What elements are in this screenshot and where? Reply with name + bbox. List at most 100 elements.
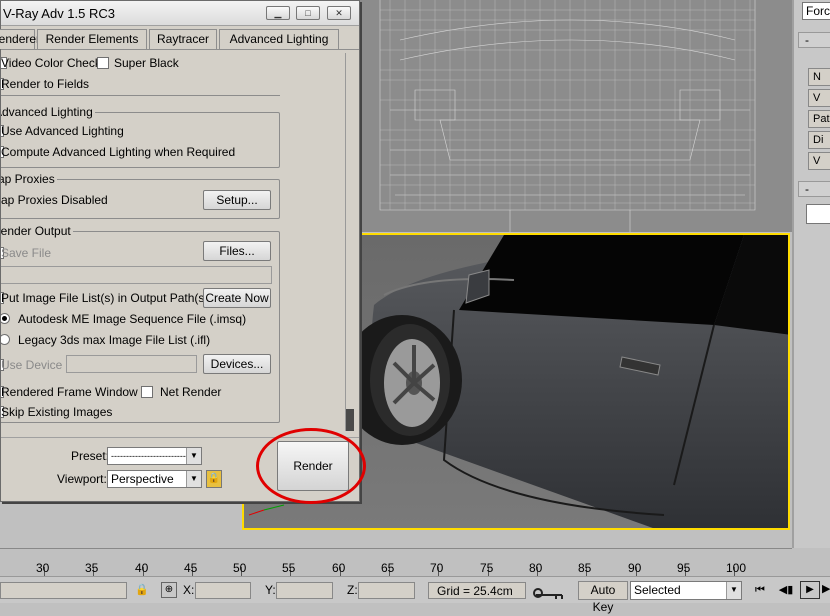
rollout-header-2[interactable]: - bbox=[798, 181, 830, 197]
x-label: X: bbox=[183, 583, 195, 597]
auto-key-button[interactable]: Auto Key bbox=[578, 581, 628, 614]
viewport-label: Viewport: bbox=[57, 472, 107, 486]
dialog-title: V-Ray Adv 1.5 RC3 bbox=[3, 6, 115, 21]
panel-scrollbar[interactable] bbox=[345, 53, 359, 431]
ruler-label: 55 bbox=[282, 561, 296, 575]
cmd-input[interactable] bbox=[806, 204, 830, 224]
cmd-button-3[interactable]: Pat bbox=[808, 110, 830, 128]
minimize-icon[interactable]: ▁ bbox=[266, 6, 290, 20]
tab-raytracer[interactable]: Raytracer bbox=[149, 29, 217, 49]
rollout-header-1[interactable]: - bbox=[798, 32, 830, 48]
y-label: Y: bbox=[265, 583, 276, 597]
grid-size-text: Grid = 25.4cm bbox=[437, 584, 513, 598]
legacy-ifl-label: Legacy 3ds max Image File List (.ifl) bbox=[18, 333, 211, 347]
next-frame-icon[interactable]: ▶ bbox=[822, 582, 830, 599]
lock-selection-icon[interactable]: 🔒 bbox=[135, 583, 149, 597]
advanced-lighting-group: Advanced Lighting bbox=[1, 105, 280, 168]
chevron-down-icon: ▼ bbox=[186, 471, 201, 487]
ruler-label: 100 bbox=[726, 561, 747, 575]
super-black-checkbox[interactable] bbox=[97, 57, 109, 69]
ruler-label: 65 bbox=[381, 561, 395, 575]
rollout-collapse-1: - bbox=[805, 33, 809, 47]
render-setup-dialog: V-Ray Adv 1.5 RC3 ▁ □ ✕ Renderer Render … bbox=[0, 0, 360, 502]
ruler-label: 35 bbox=[85, 561, 99, 575]
devices-button[interactable]: Devices... bbox=[203, 354, 271, 374]
car-wireframe-front bbox=[379, 0, 756, 232]
preset-label: Preset: bbox=[71, 449, 110, 463]
rendered-frame-window-label: Rendered Frame Window bbox=[1, 385, 138, 399]
preset-dropdown[interactable]: -------------------------- ▼ bbox=[107, 447, 202, 465]
output-path-field bbox=[1, 266, 272, 284]
cmd-button-1[interactable]: N bbox=[808, 68, 830, 86]
bottom-separator bbox=[1, 437, 359, 438]
cmd-button-4[interactable]: Di bbox=[808, 131, 830, 149]
prompt-field bbox=[0, 582, 127, 599]
transform-mode-icon[interactable]: ⊕ bbox=[161, 582, 177, 598]
cmd-button-2[interactable]: V bbox=[808, 89, 830, 107]
bitmap-proxies-title: Bitmap Proxies bbox=[1, 172, 57, 186]
ruler-label: 50 bbox=[233, 561, 247, 575]
viewport-value: Perspective bbox=[111, 472, 174, 486]
render-button[interactable]: Render bbox=[277, 441, 349, 491]
top-viewport[interactable] bbox=[360, 0, 792, 232]
close-icon[interactable]: ✕ bbox=[327, 6, 351, 20]
options-group-bottom bbox=[1, 95, 280, 96]
tab-raytracer-label: Raytracer bbox=[156, 32, 209, 46]
key-filter-dropdown[interactable]: Selected ▼ bbox=[630, 581, 742, 600]
net-render-checkbox[interactable] bbox=[141, 386, 153, 398]
title-bar[interactable]: V-Ray Adv 1.5 RC3 ▁ □ ✕ bbox=[1, 1, 359, 26]
compute-advanced-lighting-label: Compute Advanced Lighting when Required bbox=[1, 145, 236, 159]
status-bar: 🔒 ⊕ X: Y: Z: Grid = 25.4cm Auto Key Sele… bbox=[0, 576, 830, 614]
autodesk-me-label: Autodesk ME Image Sequence File (.imsq) bbox=[18, 312, 247, 326]
skip-existing-images-label: Skip Existing Images bbox=[1, 405, 113, 419]
force-dropdown-value: Force bbox=[806, 4, 830, 18]
tab-advanced-lighting[interactable]: Advanced Lighting bbox=[219, 29, 339, 49]
ruler-label: 40 bbox=[135, 561, 149, 575]
ruler-label: 70 bbox=[430, 561, 444, 575]
tab-renderer[interactable]: Renderer bbox=[0, 29, 40, 49]
rollout-collapse-2: - bbox=[805, 182, 809, 196]
scrollbar-thumb[interactable] bbox=[346, 409, 354, 431]
y-coordinate-field[interactable] bbox=[276, 582, 333, 599]
advanced-lighting-title: Advanced Lighting bbox=[1, 105, 95, 119]
previous-frame-icon[interactable]: ◀▮ bbox=[776, 582, 796, 599]
render-to-fields-label: Render to Fields bbox=[1, 77, 90, 91]
files-button[interactable]: Files... bbox=[203, 241, 271, 261]
bitmap-proxies-status: Bitmap Proxies Disabled bbox=[1, 193, 108, 207]
timeline-ruler[interactable]: 30 35 40 45 50 55 60 65 70 75 80 85 90 9… bbox=[0, 548, 792, 577]
cmd-button-5[interactable]: V bbox=[808, 152, 830, 170]
ruler-label: 95 bbox=[677, 561, 691, 575]
z-coordinate-field[interactable] bbox=[358, 582, 415, 599]
render-output-title: Render Output bbox=[1, 224, 73, 238]
lock-icon[interactable]: 🔒 bbox=[206, 470, 222, 488]
ruler-label: 45 bbox=[184, 561, 198, 575]
x-coordinate-field[interactable] bbox=[195, 582, 251, 599]
ruler-label: 30 bbox=[36, 561, 50, 575]
save-file-label: Save File bbox=[1, 246, 52, 260]
ruler-label: 85 bbox=[578, 561, 592, 575]
create-now-button[interactable]: Create Now bbox=[203, 288, 271, 308]
setup-button[interactable]: Setup... bbox=[203, 190, 271, 210]
maximize-icon[interactable]: □ bbox=[296, 6, 320, 20]
ruler-label: 80 bbox=[529, 561, 543, 575]
chevron-down-icon: ▼ bbox=[726, 582, 741, 599]
go-to-start-icon[interactable]: ⏮ bbox=[750, 582, 770, 599]
ruler-label: 75 bbox=[480, 561, 494, 575]
key-icon[interactable] bbox=[532, 581, 570, 601]
tab-divider bbox=[1, 49, 359, 50]
viewport-dropdown[interactable]: Perspective ▼ bbox=[107, 470, 202, 488]
force-dropdown[interactable]: Force bbox=[802, 2, 830, 20]
put-image-file-list-label: Put Image File List(s) in Output Path(s) bbox=[1, 291, 209, 305]
tab-render-elements[interactable]: Render Elements bbox=[37, 29, 147, 49]
use-device-label: Use Device bbox=[1, 358, 63, 372]
tab-renderer-label: Renderer bbox=[0, 32, 41, 46]
play-icon[interactable]: ▶ bbox=[800, 581, 820, 599]
device-field bbox=[66, 355, 197, 373]
grid-size-display: Grid = 25.4cm bbox=[428, 582, 526, 599]
tab-advanced-lighting-label: Advanced Lighting bbox=[229, 32, 329, 46]
chevron-down-icon: ▼ bbox=[186, 448, 201, 464]
common-parameters-panel: Video Color Check Super Black Render to … bbox=[1, 53, 345, 431]
key-filter-value: Selected bbox=[634, 583, 681, 597]
z-label: Z: bbox=[347, 583, 358, 597]
tab-render-elements-label: Render Elements bbox=[45, 32, 139, 46]
